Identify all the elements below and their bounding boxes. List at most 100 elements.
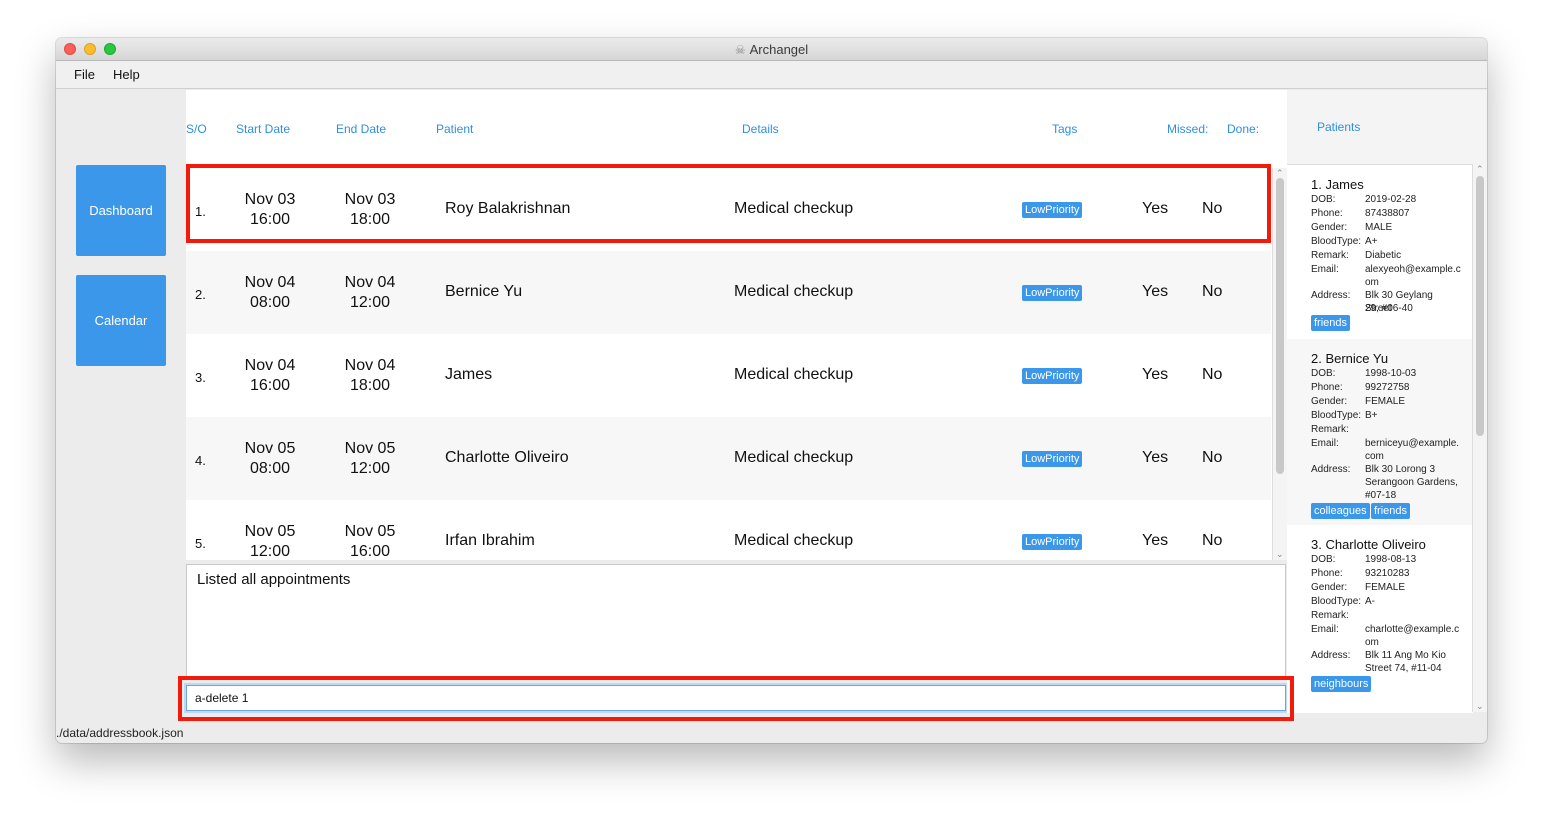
table-row[interactable]: 1. Nov 03 16:00 Nov 03 18:00 Roy Balakrish… (186, 168, 1271, 251)
row-patient: Bernice Yu (445, 283, 523, 300)
gender-value: MALE (1365, 222, 1393, 233)
patient-list-scrollbar[interactable]: ⌃ ⌄ (1472, 164, 1487, 712)
email-value-1: berniceyu@example. (1365, 438, 1460, 449)
row-tag: LowPriority (1022, 534, 1083, 550)
end-day: Nov 03 (344, 191, 396, 208)
address-value-2: 29, #06-40 (1365, 303, 1413, 314)
end-day: Nov 04 (344, 357, 396, 374)
dashboard-button[interactable]: Dashboard (76, 165, 166, 256)
dob-value: 2019-02-28 (1365, 194, 1417, 205)
row-end: Nov 05 16:00 (330, 522, 410, 560)
end-time: 12:00 (349, 294, 391, 311)
start-day: Nov 05 (244, 523, 296, 540)
row-missed: Yes (1142, 200, 1169, 217)
row-done: No (1202, 200, 1223, 217)
address-label: Address: (1311, 290, 1351, 301)
row-tag: LowPriority (1022, 451, 1083, 467)
start-day: Nov 05 (244, 440, 296, 457)
blood-label: BloodType: (1311, 236, 1362, 247)
col-missed: Missed: (1167, 122, 1209, 136)
gender-label: Gender: (1311, 222, 1348, 233)
row-sn: 5. (195, 536, 206, 551)
end-day: Nov 05 (344, 440, 396, 457)
appointment-list-panel: S/O Start Date End Date Patient Details … (186, 90, 1287, 560)
row-details: Medical checkup (734, 449, 854, 466)
blood-value: A+ (1365, 236, 1378, 247)
end-day: Nov 04 (344, 274, 396, 291)
email-value-2: om (1365, 637, 1379, 648)
col-details: Details (742, 122, 779, 136)
table-row[interactable]: 4. Nov 05 08:00 Nov 05 12:00 Charlotte Oli… (186, 417, 1271, 500)
start-time: 12:00 (249, 543, 291, 560)
row-end: Nov 05 12:00 (330, 439, 410, 479)
start-time: 16:00 (249, 377, 291, 394)
address-value-1: Blk 30 Lorong 3 (1365, 464, 1436, 475)
gender-value: FEMALE (1365, 396, 1406, 407)
patient-name: 3. Charlotte Oliveiro (1311, 537, 1426, 552)
col-patient: Patient (436, 122, 474, 136)
dob-label: DOB: (1311, 368, 1336, 379)
title-bar[interactable]: ☠ Archangel (56, 38, 1487, 61)
row-tag: LowPriority (1022, 202, 1083, 218)
row-patient: James (445, 366, 493, 383)
scroll-up-icon[interactable]: ⌃ (1476, 164, 1484, 175)
scroll-thumb[interactable] (1276, 178, 1284, 474)
row-missed: Yes (1142, 449, 1169, 466)
end-time: 18:00 (349, 211, 391, 228)
end-day: Nov 05 (344, 523, 396, 540)
email-value-1: alexyeoh@example.c (1365, 264, 1461, 275)
row-end: Nov 04 12:00 (330, 273, 410, 313)
table-row[interactable]: 5. Nov 05 12:00 Nov 05 16:00 Irfan Ibrahim… (186, 500, 1271, 560)
patient-tag: friends (1371, 503, 1411, 519)
command-input[interactable]: a-delete 1 (186, 685, 1286, 711)
phone-label: Phone: (1311, 382, 1343, 393)
patient-tag: colleagues (1311, 503, 1370, 519)
row-done: No (1202, 366, 1223, 383)
phone-value: 93210283 (1365, 568, 1410, 579)
row-tag: LowPriority (1022, 285, 1083, 301)
patient-card[interactable]: 3. Charlotte Oliveiro DOB: 1998-08-13 Ph… (1287, 525, 1473, 713)
patient-card[interactable]: 2. Bernice Yu DOB: 1998-10-03 Phone: 992… (1287, 339, 1473, 525)
menu-file[interactable]: File (74, 67, 95, 82)
row-start: Nov 04 16:00 (230, 356, 310, 396)
address-label: Address: (1311, 464, 1351, 475)
row-done: No (1202, 449, 1223, 466)
gender-label: Gender: (1311, 582, 1348, 593)
app-window: ☠ Archangel File Help Dashboard Calendar … (56, 38, 1487, 743)
col-end-date: End Date (336, 122, 387, 136)
end-time: 18:00 (349, 377, 391, 394)
col-sn: S/O (186, 122, 207, 136)
row-patient: Charlotte Oliveiro (445, 449, 569, 466)
address-label: Address: (1311, 650, 1351, 661)
email-label: Email: (1311, 624, 1339, 635)
start-time: 16:00 (249, 211, 291, 228)
calendar-button[interactable]: Calendar (76, 275, 166, 366)
scroll-down-icon[interactable]: ⌄ (1276, 549, 1284, 560)
row-start: Nov 05 08:00 (230, 439, 310, 479)
email-label: Email: (1311, 438, 1339, 449)
row-missed: Yes (1142, 283, 1169, 300)
patient-card[interactable]: 1. James DOB: 2019-02-28 Phone: 87438807… (1287, 165, 1473, 339)
scroll-down-icon[interactable]: ⌄ (1476, 701, 1484, 712)
table-row[interactable]: 2. Nov 04 08:00 Nov 04 12:00 Bernice Yu Me… (186, 251, 1271, 334)
dob-label: DOB: (1311, 554, 1336, 565)
scroll-thumb[interactable] (1476, 176, 1484, 436)
appointment-list-scrollbar[interactable]: ⌃ ⌄ (1272, 168, 1287, 560)
start-day: Nov 04 (244, 274, 296, 291)
row-details: Medical checkup (734, 283, 854, 300)
status-bar-path: ./data/addressbook.json (56, 726, 184, 740)
blood-label: BloodType: (1311, 596, 1362, 607)
row-sn: 1. (195, 204, 206, 219)
patient-name: 1. James (1311, 177, 1364, 192)
command-text: a-delete 1 (195, 691, 249, 705)
email-label: Email: (1311, 264, 1339, 275)
address-value-1: Blk 11 Ang Mo Kio (1365, 650, 1446, 661)
patient-name: 2. Bernice Yu (1311, 351, 1389, 366)
menu-help[interactable]: Help (113, 67, 140, 82)
blood-label: BloodType: (1311, 410, 1362, 421)
start-time: 08:00 (249, 294, 291, 311)
email-value-1: charlotte@example.c (1365, 624, 1460, 635)
table-row[interactable]: 3. Nov 04 16:00 Nov 04 18:00 James Medical… (186, 334, 1271, 417)
row-patient: Irfan Ibrahim (445, 532, 535, 549)
start-day: Nov 03 (244, 191, 296, 208)
